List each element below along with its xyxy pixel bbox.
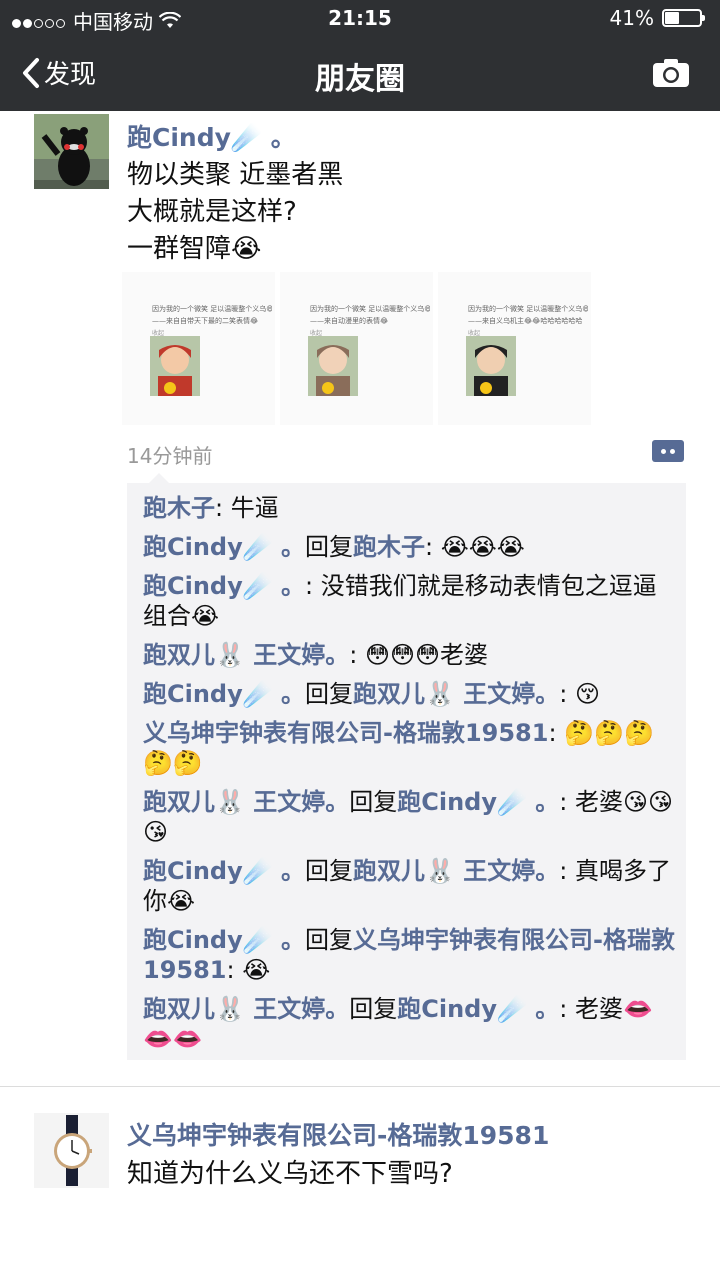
photo-thumbnail: [466, 336, 516, 396]
reply-word: 回复: [305, 680, 353, 708]
reply-target[interactable]: 跑木子: [353, 533, 425, 561]
comment-item[interactable]: 跑Cindy☄️ 。: 没错我们就是移动表情包之逗逼组合😭: [143, 571, 678, 631]
top-bar: 中国移动 21:15 41% 发现 朋友圈: [0, 0, 720, 111]
comment-text: : 😳😳😳老婆: [349, 641, 489, 669]
status-bar: 中国移动 21:15 41%: [0, 0, 720, 36]
comment-item[interactable]: 跑木子: 牛逼: [143, 493, 678, 523]
comment-text: : 😭: [226, 956, 271, 984]
comment-item[interactable]: 跑Cindy☄️ 。回复跑木子: 😭😭😭: [143, 532, 678, 562]
avatar[interactable]: [34, 1113, 109, 1188]
comment-action-button[interactable]: [652, 440, 684, 462]
comment-item[interactable]: 义乌坤宇钟表有限公司-格瑞敦19581: 🤔🤔🤔🤔🤔: [143, 718, 678, 778]
post-text: 知道为什么义乌还不下雪吗?: [127, 1159, 453, 1189]
photo-thumbnail: [150, 336, 200, 396]
avatar-image: [34, 114, 109, 189]
reply-word: 回复: [305, 926, 353, 954]
comment-author[interactable]: 跑Cindy☄️ 。: [143, 680, 305, 708]
post-author[interactable]: 跑Cindy☄️ 。: [127, 118, 296, 154]
image-caption: ——来自动漫里的表情😂: [310, 317, 389, 325]
comment-text: : 牛逼: [215, 494, 279, 522]
reply-word: 回复: [305, 533, 353, 561]
post-text: 物以类聚 近墨者黑 大概就是这样? 一群智障😭: [127, 160, 344, 264]
post-time: 14分钟前: [127, 444, 213, 468]
comment-author[interactable]: 跑双儿🐰 王文婷。: [143, 641, 349, 669]
nav-bar: 发现 朋友圈: [0, 36, 720, 111]
comment-text: : 😚: [559, 680, 600, 708]
comment-list: 跑木子: 牛逼 跑Cindy☄️ 。回复跑木子: 😭😭😭 跑Cindy☄️ 。: 没…: [127, 473, 686, 1060]
comment-author[interactable]: 跑Cindy☄️ 。: [143, 857, 305, 885]
post-image[interactable]: 因为我的一个微笑 足以温暖整个义乌😄 ——来自自带天下最的二笑表情😂 收起: [122, 272, 275, 425]
comment-item[interactable]: 跑双儿🐰 王文婷。回复跑Cindy☄️ 。: 老婆👄👄👄: [143, 994, 678, 1054]
reply-target[interactable]: 跑Cindy☄️ 。: [397, 995, 559, 1023]
image-caption: ——来自自带天下最的二笑表情😂: [152, 317, 259, 325]
battery-fill: [665, 12, 679, 24]
image-caption: 因为我的一个微笑 足以温暖整个义乌😄: [310, 305, 430, 313]
reply-word: 回复: [349, 995, 398, 1023]
post-image[interactable]: 因为我的一个微笑 足以温暖整个义乌😄 ——来自动漫里的表情😂 收起: [280, 272, 433, 425]
comment-author[interactable]: 跑Cindy☄️ 。: [143, 926, 305, 954]
reply-target[interactable]: 跑双儿🐰 王文婷。: [353, 680, 559, 708]
comment-item[interactable]: 跑双儿🐰 王文婷。: 😳😳😳老婆: [143, 640, 678, 670]
comment-item[interactable]: 跑Cindy☄️ 。回复义乌坤宇钟表有限公司-格瑞敦19581: 😭: [143, 925, 678, 985]
photo-thumbnail: [308, 336, 358, 396]
reply-target[interactable]: 跑双儿🐰 王文婷。: [353, 857, 559, 885]
battery-icon: [662, 9, 705, 27]
reply-target[interactable]: 跑Cindy☄️ 。: [397, 788, 559, 816]
comment-author[interactable]: 跑木子: [143, 494, 215, 522]
reply-word: 回复: [349, 788, 398, 816]
avatar[interactable]: [34, 114, 109, 189]
image-caption: 因为我的一个微笑 足以温暖整个义乌😄: [468, 305, 588, 313]
divider: [0, 1086, 720, 1087]
comment-author[interactable]: 跑Cindy☄️ 。: [143, 572, 305, 600]
image-caption: 因为我的一个微笑 足以温暖整个义乌😄: [152, 305, 272, 313]
comment-author[interactable]: 义乌坤宇钟表有限公司-格瑞敦19581: [143, 719, 548, 747]
comment-author[interactable]: 跑双儿🐰 王文婷。: [143, 788, 349, 816]
watch-avatar-image: [34, 1113, 109, 1188]
image-caption: ——来自义乌机主😂😂哈哈哈哈哈哈: [468, 317, 583, 325]
reply-word: 回复: [305, 857, 353, 885]
comment-item[interactable]: 跑双儿🐰 王文婷。回复跑Cindy☄️ 。: 老婆😘😘😘: [143, 787, 678, 847]
battery-percent: 41%: [609, 6, 654, 30]
camera-icon[interactable]: [652, 58, 690, 88]
comment-item[interactable]: 跑Cindy☄️ 。回复跑双儿🐰 王文婷。: 😚: [143, 679, 678, 709]
status-right: 41%: [609, 6, 705, 30]
comment-text: : 😭😭😭: [425, 533, 525, 561]
post-author[interactable]: 义乌坤宇钟表有限公司-格瑞敦19581: [127, 1116, 549, 1152]
comment-author[interactable]: 跑Cindy☄️ 。: [143, 533, 305, 561]
post-image[interactable]: 因为我的一个微笑 足以温暖整个义乌😄 ——来自义乌机主😂😂哈哈哈哈哈哈 收起: [438, 272, 591, 425]
comment-author[interactable]: 跑双儿🐰 王文婷。: [143, 995, 349, 1023]
page-title: 朋友圈: [315, 62, 405, 97]
comment-item[interactable]: 跑Cindy☄️ 。回复跑双儿🐰 王文婷。: 真喝多了你😭: [143, 856, 678, 916]
